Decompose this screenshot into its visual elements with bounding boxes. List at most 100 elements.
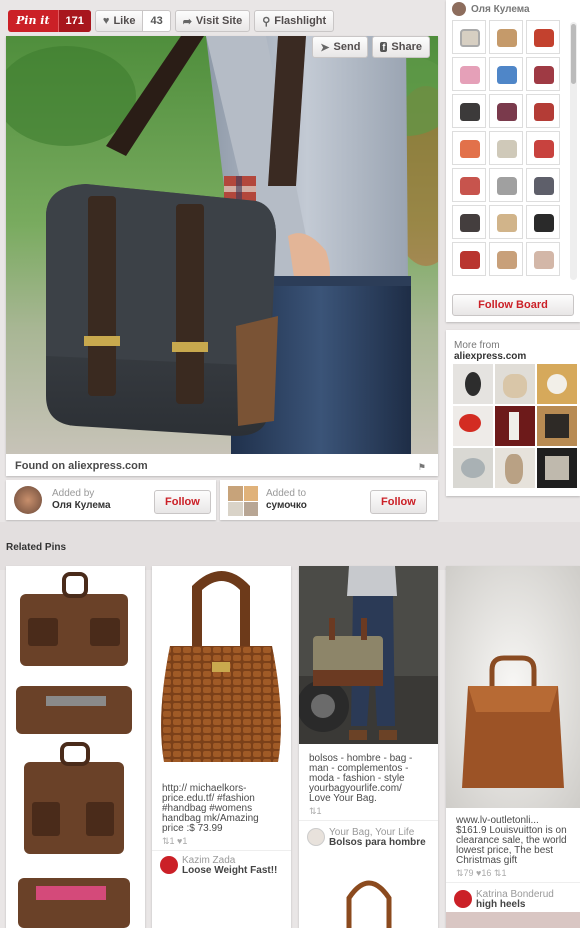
related-pin-3[interactable]: bolsos - hombre - bag - man - complement…	[299, 566, 438, 928]
board-owner-name: Оля Кулема	[471, 3, 530, 15]
share-label: Share	[391, 41, 422, 53]
board-thumb[interactable]	[489, 242, 523, 276]
board-thumb[interactable]	[452, 205, 486, 239]
avatar[interactable]	[454, 890, 472, 908]
scrollbar-thumb[interactable]	[571, 24, 576, 84]
board-thumb[interactable]	[526, 242, 560, 276]
pin-action-bar: Pin it 171 ♥ Like 43 ➦ Visit Site ⚲ Flas…	[8, 10, 335, 32]
pinner-board[interactable]: Bolsos para hombre	[329, 838, 426, 848]
board-thumb[interactable]	[526, 94, 560, 128]
flag-icon[interactable]: ⚑	[418, 462, 426, 473]
board-thumb[interactable]	[452, 168, 486, 202]
more-from-panel: More from aliexpress.com	[446, 330, 580, 496]
facebook-icon: f	[380, 42, 388, 52]
follow-board-button[interactable]: Follow Board	[452, 294, 574, 316]
avatar[interactable]	[160, 856, 178, 874]
more-thumb[interactable]	[537, 448, 577, 488]
more-thumb[interactable]	[453, 364, 493, 404]
more-thumb[interactable]	[495, 448, 535, 488]
pin-card: ➤ Send f Share Found on aliexpress.com ⚑	[6, 36, 438, 476]
related-pins-title: Related Pins	[6, 542, 67, 553]
croc-handbag-photo	[152, 566, 291, 772]
more-thumb[interactable]	[453, 448, 493, 488]
pinner-board[interactable]: Loose Weight Fast!!	[182, 866, 277, 876]
flashlight-icon: ⚲	[262, 15, 271, 28]
like-count: 43	[143, 10, 171, 32]
pinner-board[interactable]: high heels	[476, 900, 525, 910]
divider	[446, 882, 580, 883]
board-thumb[interactable]	[452, 242, 486, 276]
board-owner[interactable]: Оля Кулема	[452, 2, 530, 16]
more-from-source[interactable]: aliexpress.com	[454, 351, 526, 362]
board-cover[interactable]	[228, 486, 258, 516]
pin-stats: ⇅1 ♥1	[162, 836, 188, 846]
share-button[interactable]: f Share	[372, 36, 430, 58]
board-thumb[interactable]	[526, 205, 560, 239]
board-thumb[interactable]	[452, 20, 486, 54]
pin-stats: ⇅1	[309, 806, 322, 816]
board-thumb[interactable]	[489, 57, 523, 91]
related-pin-4[interactable]: www.lv-outletonli... $161.9 Louisvuitton…	[446, 566, 580, 928]
pin-image[interactable]: ➤ Send f Share	[6, 36, 438, 454]
board-thumb[interactable]	[489, 205, 523, 239]
added-by-card: Added by Оля Кулема Follow	[6, 480, 216, 520]
desc-line: price :$ 73.99	[162, 823, 223, 834]
added-to-label: Added to	[266, 488, 307, 499]
board-thumb[interactable]	[526, 20, 560, 54]
next-pin-image	[446, 912, 580, 928]
board-thumb[interactable]	[526, 131, 560, 165]
more-thumb[interactable]	[495, 406, 535, 446]
found-on-source[interactable]: Found on aliexpress.com	[15, 460, 148, 472]
board-thumb[interactable]	[489, 94, 523, 128]
board-thumb[interactable]	[489, 20, 523, 54]
board-thumb[interactable]	[526, 168, 560, 202]
pin-stats: ⇅79 ♥16 ⇅1	[456, 868, 507, 878]
board-thumb[interactable]	[452, 94, 486, 128]
board-thumb[interactable]	[526, 57, 560, 91]
avatar[interactable]	[14, 486, 42, 514]
flashlight-button[interactable]: ⚲ Flashlight	[254, 10, 335, 32]
desc-line: Love Your Bag.	[309, 793, 377, 804]
board-thumb[interactable]	[489, 131, 523, 165]
related-pin-2-description: bolsos - hombre - bag - man - complement…	[309, 754, 435, 804]
send-label: Send	[333, 41, 361, 53]
follow-user-button[interactable]: Follow	[154, 490, 211, 514]
related-pin-1-description: http:// michaelkors- price.edu.tf/ #fash…	[162, 784, 288, 834]
related-header-band	[0, 522, 580, 570]
more-thumb[interactable]	[537, 406, 577, 446]
board-thumb[interactable]	[489, 168, 523, 202]
bag-photo-partial	[299, 868, 438, 928]
related-pin-2[interactable]: http:// michaelkors- price.edu.tf/ #fash…	[152, 566, 291, 928]
messenger-bag-photo	[6, 36, 438, 454]
more-from-grid	[453, 364, 577, 488]
added-to-board[interactable]: сумочко	[266, 500, 307, 511]
more-thumb[interactable]	[453, 406, 493, 446]
brown-tote-photo	[446, 566, 580, 808]
board-thumb[interactable]	[452, 131, 486, 165]
more-from-label: More from	[454, 340, 500, 351]
added-by-name[interactable]: Оля Кулема	[52, 500, 111, 511]
like-button[interactable]: ♥ Like	[94, 10, 144, 32]
man-with-tote-photo	[299, 566, 438, 744]
pin-it-count: 171	[57, 10, 91, 32]
pin-it-button[interactable]: Pin it 171	[8, 10, 91, 32]
send-button[interactable]: ➤ Send	[312, 36, 369, 58]
board-thumb[interactable]	[452, 57, 486, 91]
visit-site-label: Visit Site	[195, 15, 243, 27]
like-group: ♥ Like 43	[94, 10, 171, 32]
divider	[152, 850, 291, 851]
board-thumbnails	[452, 20, 566, 276]
more-thumb[interactable]	[495, 364, 535, 404]
follow-board-button-small[interactable]: Follow	[370, 490, 427, 514]
like-label: Like	[113, 15, 136, 27]
flashlight-label: Flashlight	[274, 15, 327, 27]
avatar[interactable]	[307, 828, 325, 846]
more-thumb[interactable]	[537, 364, 577, 404]
share-row: ➤ Send f Share	[312, 36, 430, 58]
added-by-label: Added by	[52, 488, 95, 499]
visit-site-button[interactable]: ➦ Visit Site	[174, 10, 251, 32]
added-to-card: Added to сумочко Follow	[220, 480, 438, 520]
divider	[299, 820, 438, 821]
board-scrollbar[interactable]	[570, 22, 577, 280]
related-pin-1[interactable]	[6, 566, 145, 928]
